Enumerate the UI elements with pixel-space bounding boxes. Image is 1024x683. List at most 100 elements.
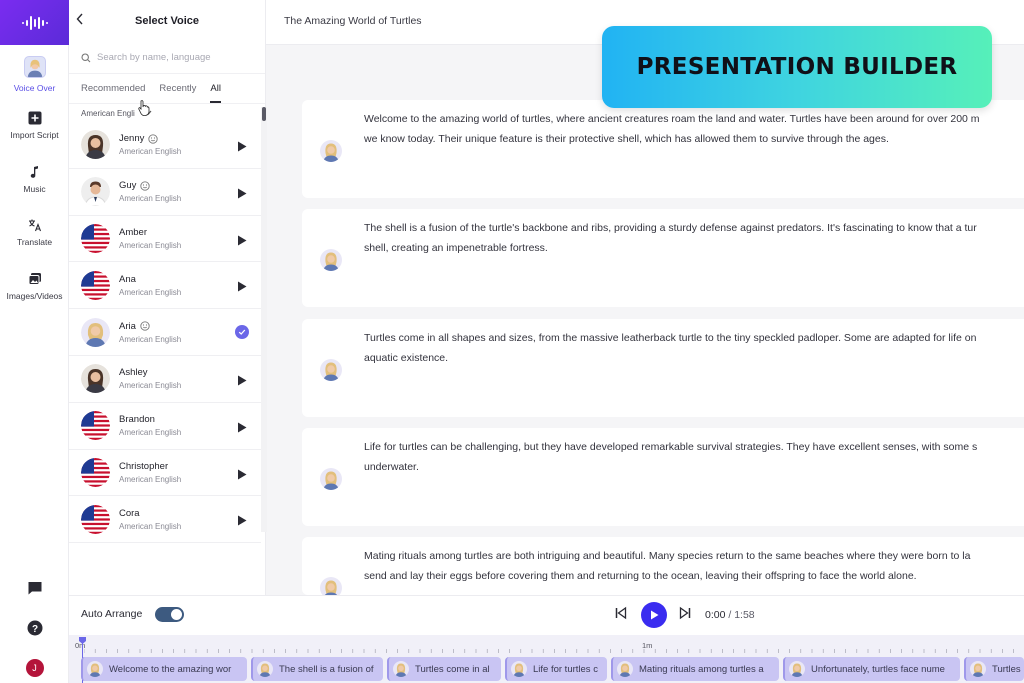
voice-avatar-icon <box>23 56 46 78</box>
voice-preview-play-button[interactable] <box>237 373 247 391</box>
voice-selected-check[interactable] <box>235 325 249 340</box>
voice-preview-play-button[interactable] <box>237 139 247 157</box>
tab-recommended[interactable]: Recommended <box>81 83 145 94</box>
voice-row-christopher[interactable]: Christopher American English <box>69 450 261 497</box>
script-block[interactable]: Mating rituals among turtles are both in… <box>302 537 1024 599</box>
voice-preview-play-button[interactable] <box>237 233 247 251</box>
rail-user[interactable]: J <box>0 659 69 677</box>
smiley-icon <box>148 134 159 144</box>
script-block[interactable]: Turtles come in all shapes and sizes, fr… <box>302 319 1024 417</box>
clip-label: The shell is a fusion of <box>279 663 374 675</box>
script-text[interactable]: The shell is a fusion of the turtle's ba… <box>364 218 1024 258</box>
rail-help[interactable]: ? <box>0 620 69 636</box>
music-note-icon <box>30 166 38 178</box>
rail-voice-over[interactable]: Voice Over <box>0 56 69 93</box>
play-icon <box>238 235 247 246</box>
document-title[interactable]: The Amazing World of Turtles <box>284 15 422 27</box>
timeline-clip[interactable]: Turtles <box>964 657 1024 681</box>
script-block[interactable]: Life for turtles can be challenging, but… <box>302 428 1024 526</box>
player-bar: Auto Arrange 0:00 / 1:58 <box>69 595 1024 635</box>
rail-images-videos[interactable]: Images/Videos <box>0 272 69 301</box>
user-avatar: J <box>25 659 44 677</box>
hand-cursor-icon <box>138 100 150 116</box>
skip-next-icon[interactable] <box>678 606 692 620</box>
clip-label: Welcome to the amazing wor <box>109 663 232 675</box>
voice-name: Christopher <box>119 460 169 472</box>
auto-arrange-toggle[interactable] <box>155 607 184 622</box>
voice-row-cora[interactable]: Cora American English <box>69 496 261 544</box>
script-voice-avatar[interactable] <box>320 140 342 162</box>
script-text[interactable]: Welcome to the amazing world of turtles,… <box>364 109 1024 149</box>
rail-music[interactable]: Music <box>0 165 69 194</box>
smiley-icon <box>140 321 150 331</box>
voice-accent: American English <box>119 147 182 157</box>
left-rail: Voice Over Import Script Music Translate… <box>0 0 69 683</box>
voice-name: Amber <box>119 226 147 238</box>
voice-list-scroll-track[interactable] <box>261 107 267 532</box>
voice-name: Aria <box>119 320 136 332</box>
voice-name: Ashley <box>119 367 148 379</box>
rail-chat[interactable] <box>0 580 69 596</box>
voice-name: Brandon <box>119 414 155 426</box>
voice-preview-play-button[interactable] <box>237 420 247 438</box>
tab-recently[interactable]: Recently <box>159 83 196 94</box>
voice-row-aria[interactable]: Aria American English <box>69 309 261 356</box>
timeline-clip[interactable]: Welcome to the amazing wor <box>81 657 247 681</box>
timeline-clip[interactable]: Mating rituals among turtles a <box>611 657 779 681</box>
voice-row-amber[interactable]: Amber American English <box>69 216 261 263</box>
help-icon: ? <box>27 620 42 636</box>
svg-text:?: ? <box>31 624 37 635</box>
play-button[interactable] <box>641 602 667 628</box>
script-text[interactable]: Turtles come in all shapes and sizes, fr… <box>364 328 1024 368</box>
voice-name: Cora <box>119 507 140 519</box>
rail-label: Images/Videos <box>6 291 63 301</box>
chat-icon <box>28 582 41 595</box>
rail-translate[interactable]: Translate <box>0 218 69 247</box>
search-input[interactable] <box>97 52 257 63</box>
voice-preview-play-button[interactable] <box>237 186 247 204</box>
voice-preview-play-button[interactable] <box>237 513 247 531</box>
timeline-clip[interactable]: The shell is a fusion of <box>251 657 383 681</box>
voice-accent: American English <box>119 474 182 484</box>
script-block[interactable]: Welcome to the amazing world of turtles,… <box>302 100 1024 198</box>
voice-accent: American English <box>119 240 182 250</box>
tab-all[interactable]: All <box>210 83 221 103</box>
voice-info: Christopher American English <box>119 461 181 484</box>
clip-voice-avatar <box>87 661 103 677</box>
total-time: 1:58 <box>734 609 755 621</box>
timeline[interactable]: 0m 1m Welcome to the amazing wor The shel… <box>69 635 1024 683</box>
app-logo[interactable] <box>0 0 69 45</box>
voice-accent: American English <box>119 381 182 391</box>
timeline-clip[interactable]: Unfortunately, turtles face nume <box>783 657 960 681</box>
clip-label: Turtles come in al <box>415 663 490 675</box>
clip-voice-avatar <box>789 661 805 677</box>
voice-row-ana[interactable]: Ana American English <box>69 262 261 310</box>
voice-row-guy[interactable]: Guy American English <box>69 169 261 216</box>
time-separator: / <box>725 609 735 621</box>
script-voice-avatar[interactable] <box>320 468 342 490</box>
presentation-builder-banner: PRESENTATION BUILDER <box>602 26 992 108</box>
clip-voice-avatar <box>393 661 409 677</box>
timeline-clip[interactable]: Life for turtles c <box>505 657 607 681</box>
script-block[interactable]: The shell is a fusion of the turtle's ba… <box>302 209 1024 307</box>
script-voice-avatar[interactable] <box>320 249 342 271</box>
search-icon <box>81 52 91 62</box>
timeline-clip[interactable]: Turtles come in al <box>387 657 501 681</box>
back-chevron-icon[interactable] <box>75 12 85 26</box>
voice-preview-play-button[interactable] <box>237 467 247 485</box>
smiley-icon <box>140 181 151 191</box>
voice-row-brandon[interactable]: Brandon American English <box>69 403 261 450</box>
voice-row-ashley[interactable]: Ashley American English <box>69 356 261 403</box>
waveform-logo-icon <box>21 15 48 30</box>
voice-row-jenny[interactable]: Jenny American English <box>69 122 261 169</box>
script-text[interactable]: Mating rituals among turtles are both in… <box>364 546 1024 586</box>
script-voice-avatar[interactable] <box>320 359 342 381</box>
skip-previous-icon[interactable] <box>614 606 628 620</box>
rail-import-script[interactable]: Import Script <box>0 111 69 140</box>
voice-info: Guy American English <box>119 180 181 203</box>
script-text[interactable]: Life for turtles can be challenging, but… <box>364 437 1024 477</box>
voice-preview-play-button[interactable] <box>237 279 247 297</box>
play-icon <box>238 469 247 480</box>
accent-filter-dropdown[interactable]: American Engli <box>69 104 265 122</box>
voice-list-scrollbar[interactable] <box>262 107 266 121</box>
